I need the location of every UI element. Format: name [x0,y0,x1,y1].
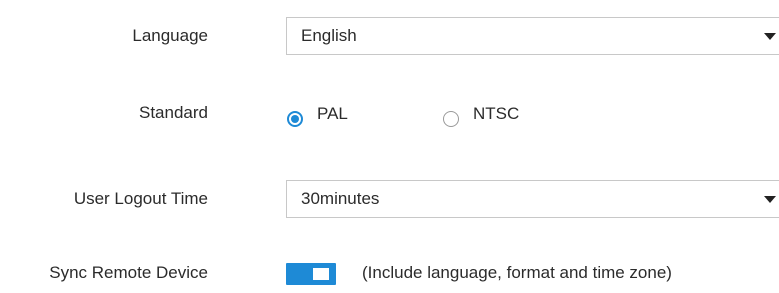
radio-pal-label[interactable]: PAL [317,104,348,124]
sync-toggle[interactable] [286,263,336,285]
radio-pal-indicator[interactable] [287,111,303,127]
logout-select[interactable]: 30minutes [286,180,779,218]
language-select[interactable]: English [286,17,779,55]
general-settings-form: Language English Standard PAL NTSC User … [0,0,779,293]
chevron-down-icon[interactable] [764,196,776,203]
logout-label: User Logout Time [73,189,208,208]
radio-ntsc-indicator[interactable] [443,111,459,127]
chevron-down-icon[interactable] [764,33,776,40]
sync-label: Sync Remote Device [49,263,208,282]
logout-select-value: 30minutes [301,189,380,208]
language-label: Language [132,26,208,45]
radio-ntsc-label[interactable]: NTSC [473,104,519,124]
standard-label: Standard [139,103,208,122]
language-select-value: English [301,26,357,45]
toggle-knob [313,268,329,280]
sync-hint: (Include language, format and time zone) [362,263,672,282]
